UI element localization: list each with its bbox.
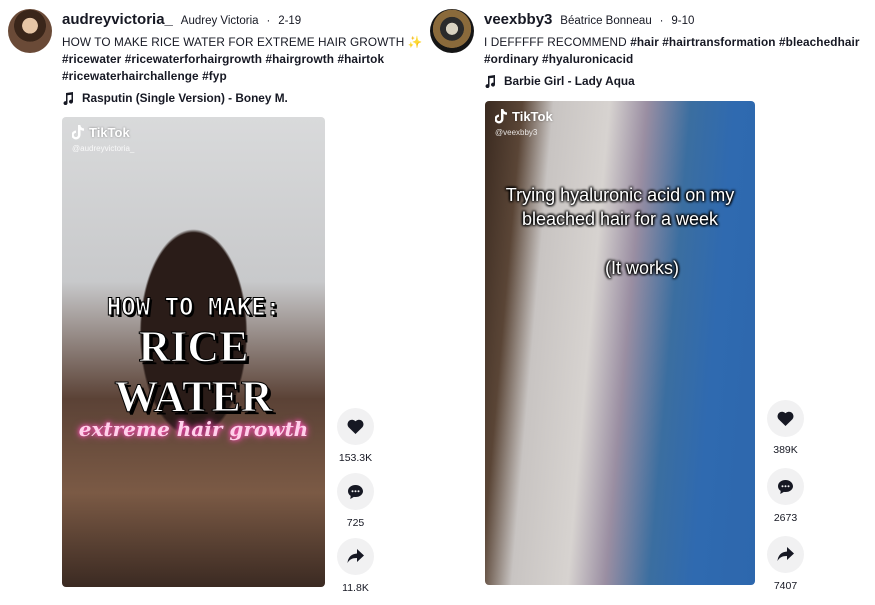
hashtag-line[interactable]: #ricewater #ricewaterforhairgrowth #hair… — [62, 52, 384, 66]
like-button[interactable] — [767, 400, 804, 437]
music-note-icon — [485, 74, 496, 88]
heart-icon — [777, 411, 794, 426]
overlay-rice: RICE — [138, 322, 249, 372]
comment-count: 725 — [346, 517, 365, 529]
like-action: 153.3K — [337, 408, 374, 465]
post-meta: veexbby3 Béatrice Bonneau · 9-10 I DEFFF… — [484, 10, 870, 88]
tiktok-logo-icon — [495, 109, 507, 124]
video-overlay-text: HOW TO MAKE: — [106, 293, 281, 322]
video-overlay-text: extreme hair growth — [78, 417, 309, 441]
video-overlay-text: (It works) — [605, 258, 679, 278]
video-overlay-text: Trying hyaluronic acid on my bleached ha… — [505, 185, 735, 229]
share-button[interactable] — [337, 538, 374, 575]
comment-action: 2673 — [767, 468, 804, 525]
comment-count: 2673 — [773, 512, 798, 524]
comment-icon — [778, 479, 793, 494]
hashtag-line[interactable]: #ricewaterhairchallenge #fyp — [62, 69, 227, 83]
post-date: 2-19 — [278, 15, 302, 27]
post-description: HOW TO MAKE RICE WATER FOR EXTREME HAIR … — [62, 34, 428, 85]
sparkle-emoji: ✨ — [407, 35, 423, 49]
share-arrow-icon — [777, 547, 794, 561]
tiktok-brand: TikTok — [512, 109, 553, 124]
video-player[interactable]: TikTok @audreyvictoria_ HOW TO MAKE: RIC… — [62, 117, 325, 587]
video-overlay-text: RICE WATER — [62, 322, 325, 422]
video-handle: @audreyvictoria_ — [72, 144, 135, 153]
nickname[interactable]: Béatrice Bonneau — [560, 15, 651, 27]
action-bar: 389K 2673 7407 — [767, 400, 804, 604]
description-text: HOW TO MAKE RICE WATER FOR EXTREME HAIR … — [62, 35, 405, 49]
video-player[interactable]: TikTok @veexbby3 Trying hyaluronic acid … — [485, 101, 755, 585]
avatar[interactable] — [430, 9, 474, 53]
tiktok-watermark: TikTok — [72, 125, 130, 140]
overlay-water: WATER — [114, 372, 273, 422]
description-text: I DEFFFFF RECOMMEND — [484, 35, 627, 49]
music-title: Barbie Girl - Lady Aqua — [504, 74, 635, 88]
tiktok-watermark: TikTok — [495, 109, 553, 124]
music-row[interactable]: Rasputin (Single Version) - Boney M. — [62, 91, 428, 105]
username[interactable]: audreyvictoria_ — [62, 11, 173, 28]
heart-icon — [347, 419, 364, 434]
video-handle: @veexbby3 — [495, 128, 538, 137]
like-button[interactable] — [337, 408, 374, 445]
username[interactable]: veexbby3 — [484, 11, 552, 28]
share-arrow-icon — [347, 549, 364, 563]
comment-button[interactable] — [337, 473, 374, 510]
share-action: 11.8K — [337, 538, 374, 595]
author-line: audreyvictoria_ Audrey Victoria · 2-19 — [62, 10, 428, 30]
post-description: I DEFFFFF RECOMMEND #hair #hairtransform… — [484, 34, 870, 68]
tiktok-brand: TikTok — [89, 125, 130, 140]
music-note-icon — [63, 91, 74, 105]
hashtag-line[interactable]: #hair #hairtransformation #bleachedhair — [630, 35, 859, 49]
share-action: 7407 — [767, 536, 804, 593]
comment-action: 725 — [337, 473, 374, 530]
separator: · — [659, 15, 664, 27]
post-meta: audreyvictoria_ Audrey Victoria · 2-19 H… — [62, 10, 428, 105]
like-action: 389K — [767, 400, 804, 457]
separator: · — [266, 15, 271, 27]
like-count: 389K — [773, 444, 798, 456]
share-count: 11.8K — [342, 582, 369, 594]
nickname[interactable]: Audrey Victoria — [181, 15, 259, 27]
like-count: 153.3K — [338, 452, 373, 464]
author-line: veexbby3 Béatrice Bonneau · 9-10 — [484, 10, 870, 30]
music-row[interactable]: Barbie Girl - Lady Aqua — [484, 74, 870, 88]
avatar[interactable] — [8, 9, 52, 53]
tiktok-logo-icon — [72, 125, 84, 140]
hashtag-line[interactable]: #ordinary #hyaluronicacid — [484, 52, 633, 66]
comment-icon — [348, 484, 363, 499]
post-date: 9-10 — [671, 15, 695, 27]
music-title: Rasputin (Single Version) - Boney M. — [82, 91, 288, 105]
share-button[interactable] — [767, 536, 804, 573]
comment-button[interactable] — [767, 468, 804, 505]
share-count: 7407 — [773, 580, 798, 592]
action-bar: 153.3K 725 11.8K — [337, 408, 374, 603]
